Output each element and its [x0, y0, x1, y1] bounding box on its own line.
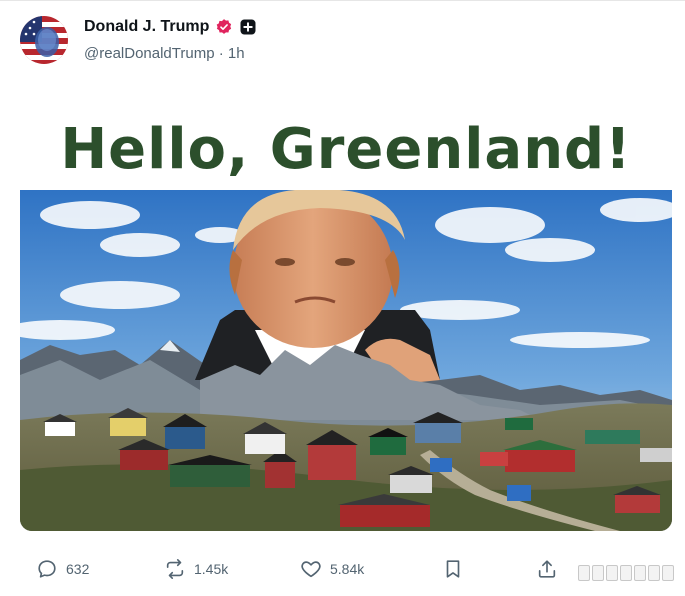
corner-watermark — [578, 565, 674, 589]
share-button[interactable] — [536, 553, 558, 585]
reply-icon — [38, 560, 56, 578]
media-image — [20, 190, 672, 531]
watermark-glyph — [620, 565, 632, 581]
flag-portrait-avatar-icon — [20, 16, 68, 64]
repost-icon — [166, 559, 184, 579]
bookmark-icon — [446, 560, 460, 578]
reply-button[interactable]: 632 — [36, 553, 89, 585]
like-button[interactable]: 5.84k — [300, 553, 364, 585]
author-display-name[interactable]: Donald J. Trump — [84, 18, 209, 36]
watermark-glyph — [662, 565, 674, 581]
plus-badge-icon — [240, 19, 256, 35]
like-count: 5.84k — [330, 561, 365, 577]
post: Donald J. Trump @realDonaldTrump · 1h He… — [0, 0, 685, 596]
author-name-row: Donald J. Trump — [84, 16, 257, 38]
repost-button[interactable]: 1.45k — [164, 553, 228, 585]
watermark-glyph — [592, 565, 604, 581]
repost-count: 1.45k — [194, 561, 229, 577]
watermark-glyph — [578, 565, 590, 581]
watermark-glyph — [606, 565, 618, 581]
reply-count: 632 — [66, 561, 90, 577]
handle-separator: · — [218, 45, 224, 62]
share-icon — [538, 560, 556, 578]
watermark-glyph — [648, 565, 660, 581]
post-time[interactable]: 1h — [228, 45, 245, 62]
greenland-scene-image — [20, 190, 672, 531]
heart-icon — [301, 561, 321, 578]
bookmark-button[interactable] — [442, 553, 464, 585]
author-handle[interactable]: @realDonaldTrump — [84, 45, 215, 62]
author-handle-row: @realDonaldTrump · 1h — [84, 45, 245, 62]
post-media[interactable]: Hello, Greenland! — [20, 107, 672, 531]
avatar[interactable] — [20, 16, 68, 64]
watermark-glyph — [634, 565, 646, 581]
media-headline: Hello, Greenland! — [60, 116, 632, 182]
verified-badge-icon — [217, 19, 232, 34]
